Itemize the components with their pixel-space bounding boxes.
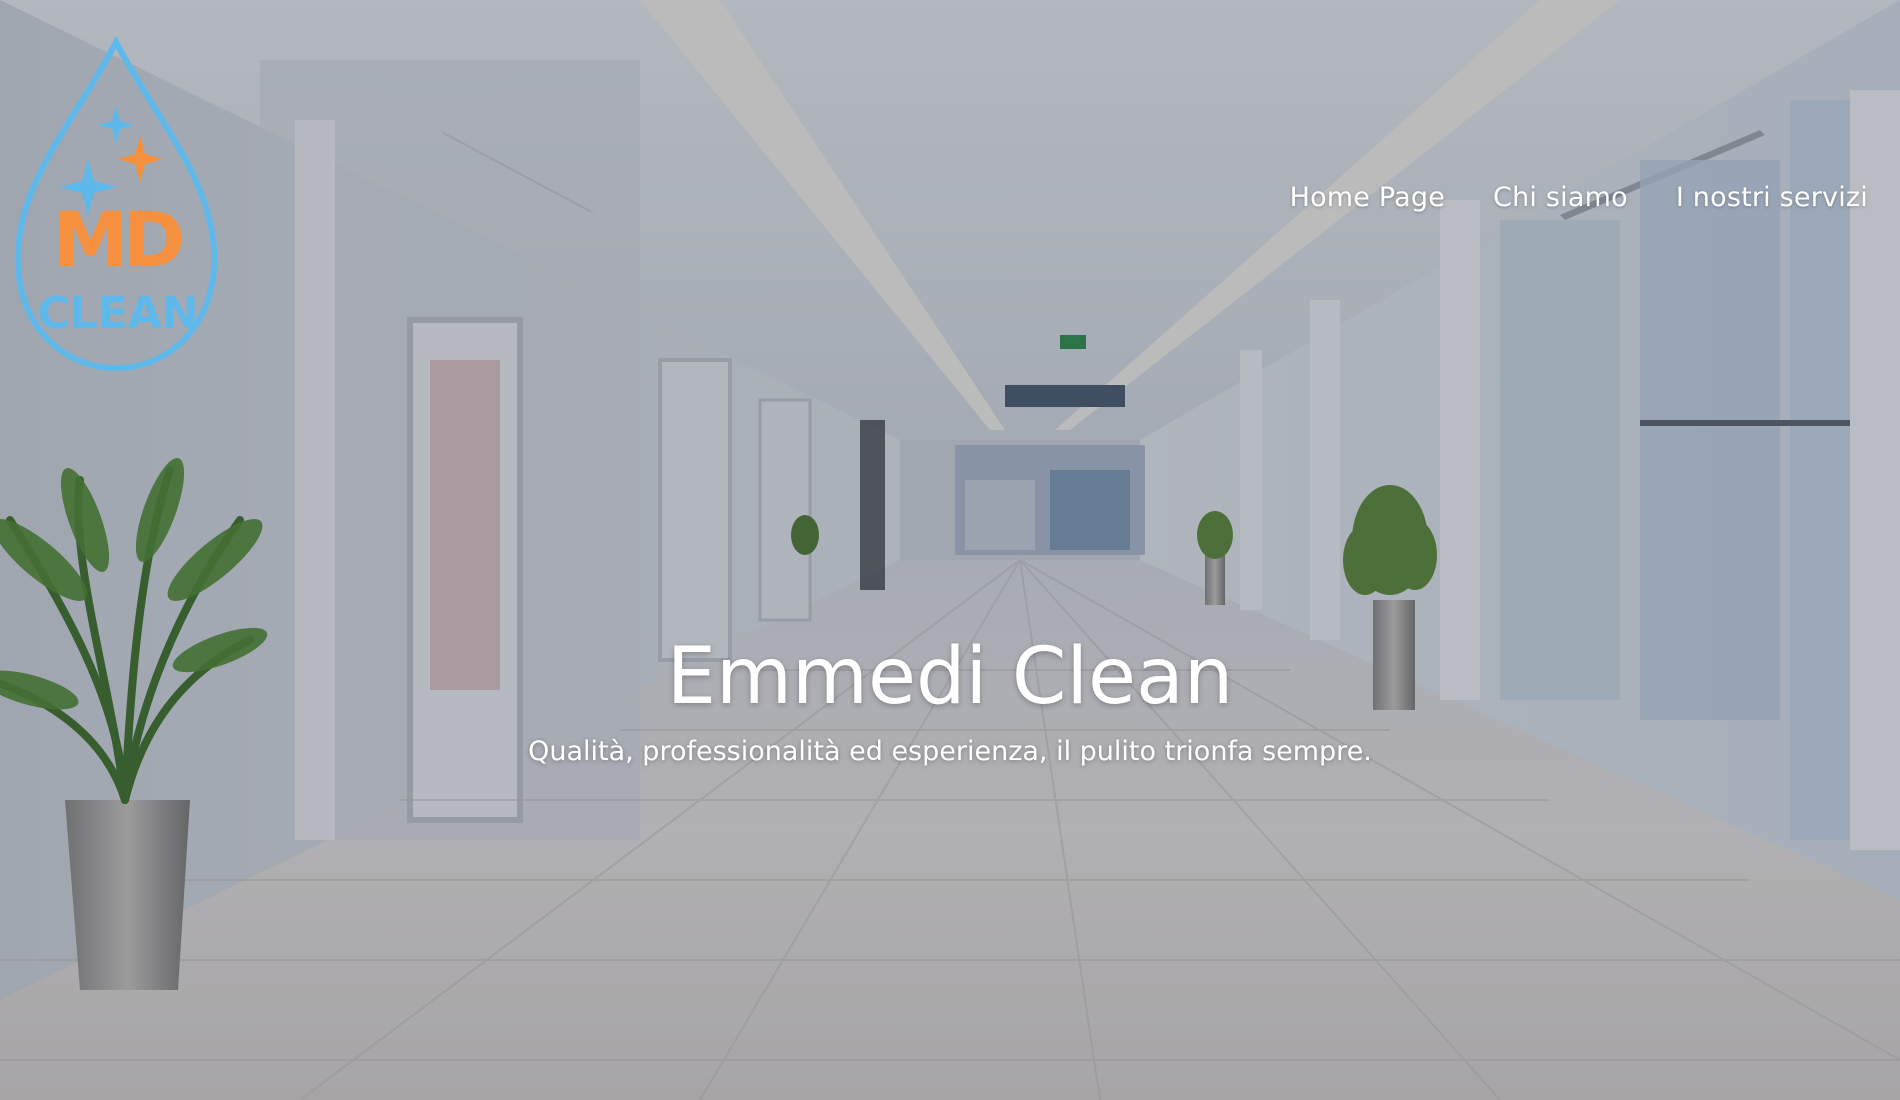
logo-text-md: MD [53,195,183,284]
logo-sparkle-blue-small [98,106,134,144]
brand-logo[interactable]: MD CLEAN [8,36,224,372]
main-navigation: Home Page Chi siamo I nostri servizi [1290,182,1868,213]
hero-subtitle: Qualità, professionalità ed esperienza, … [528,736,1372,767]
nav-nostri-servizi[interactable]: I nostri servizi [1676,182,1868,213]
hero-title: Emmedi Clean [666,632,1234,722]
nav-home-page[interactable]: Home Page [1290,182,1445,213]
nav-chi-siamo[interactable]: Chi siamo [1493,182,1628,213]
logo-sparkle-orange [117,136,163,182]
hero-dark-overlay [0,0,1900,1100]
logo-text-clean: CLEAN [37,288,198,339]
hero-section: MD CLEAN Home Page Chi siamo I nostri se… [0,0,1900,1100]
